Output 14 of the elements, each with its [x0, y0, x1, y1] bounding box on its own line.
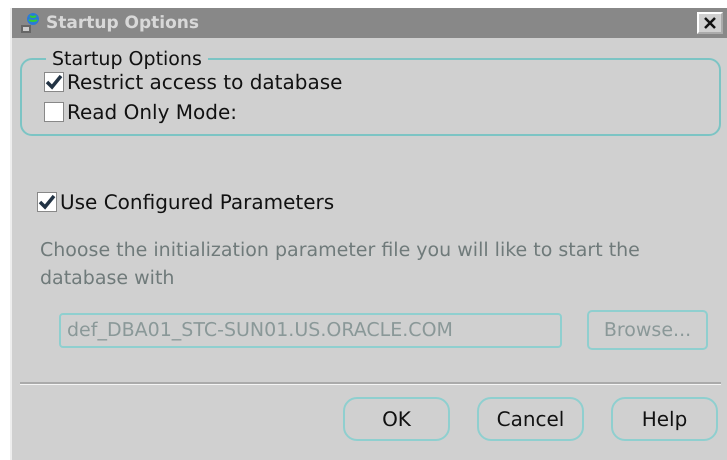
close-icon — [703, 16, 717, 30]
group-title: Startup Options — [51, 48, 203, 70]
checkbox[interactable]: Restrict access to database — [44, 70, 719, 94]
check-icon — [45, 74, 63, 90]
globe-icon — [18, 11, 42, 35]
dialog-button[interactable]: OK — [343, 397, 450, 441]
checkbox[interactable]: Use Configured Parameters — [37, 190, 721, 214]
checkbox[interactable]: Read Only Mode: — [44, 100, 719, 124]
description-text: Choose the initialization parameter file you will like to start the database with — [40, 238, 641, 291]
window-title: Startup Options — [46, 13, 200, 33]
dialog-button[interactable]: Help — [611, 397, 718, 441]
close-button[interactable] — [697, 12, 723, 34]
check-icon — [38, 194, 56, 210]
dialog-button[interactable]: Cancel — [477, 397, 584, 441]
